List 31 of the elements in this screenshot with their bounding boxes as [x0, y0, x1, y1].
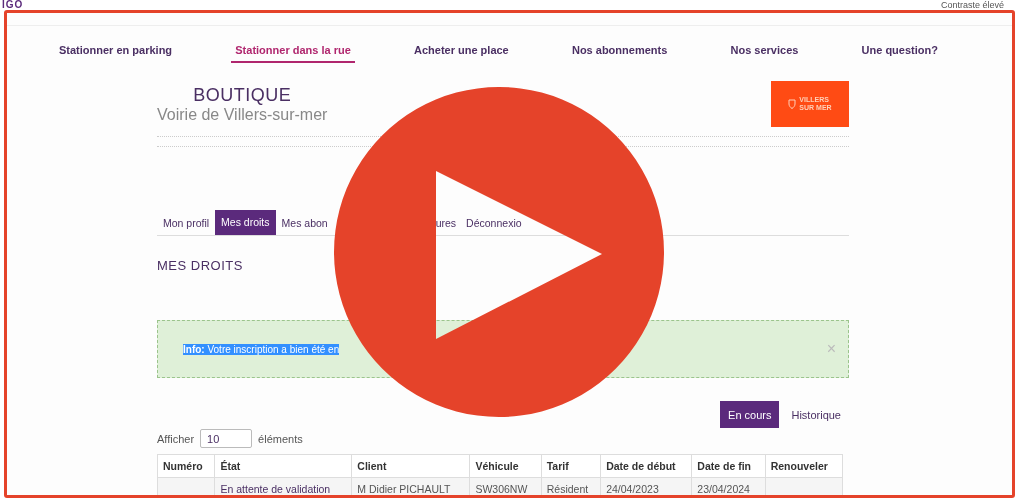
profile-tab[interactable]: Mes droits — [215, 210, 276, 235]
column-header[interactable]: Date de fin — [691, 454, 766, 478]
column-header[interactable]: Date de début — [600, 454, 692, 478]
column-header[interactable]: État — [214, 454, 352, 478]
column-header[interactable]: Numéro — [157, 454, 215, 478]
column-header[interactable]: Véhicule — [469, 454, 542, 478]
length-label: éléments — [258, 432, 303, 445]
nav-link[interactable]: Stationner en parking — [55, 44, 177, 63]
profile-tab[interactable]: Mes abon — [277, 217, 332, 235]
profile-tab[interactable]: ures — [431, 217, 461, 235]
column-header[interactable]: Client — [351, 454, 470, 478]
shop-title: BOUTIQUE — [193, 85, 292, 106]
view-toggle[interactable]: En cours — [720, 401, 780, 428]
column-header[interactable]: Tarif — [541, 454, 601, 478]
profile-tab[interactable]: Mon profil — [159, 217, 214, 235]
nav-link[interactable]: Acheter une place — [410, 44, 513, 63]
nav-link[interactable]: Nos abonnements — [567, 44, 672, 63]
view-toggle[interactable]: Historique — [783, 401, 849, 428]
shield-icon — [788, 99, 797, 109]
section-title: MES DROITS — [157, 258, 244, 273]
column-header[interactable]: Renouveler — [765, 454, 843, 478]
nav-link[interactable]: Une question? — [857, 44, 942, 63]
length-label: Afficher — [157, 432, 195, 445]
profile-tab[interactable]: Déconnexio — [462, 217, 526, 235]
shop-subtitle: Voirie de Villers-sur-mer — [157, 106, 328, 124]
alert-message: Info: Votre inscription a bien été en — [183, 343, 340, 355]
logo[interactable]: IGO — [2, 0, 24, 10]
nav-link[interactable]: Stationner dans la rue — [231, 44, 355, 63]
nav-link[interactable]: Nos services — [726, 44, 803, 63]
length-input[interactable]: 10 — [200, 429, 253, 448]
contrast-link[interactable]: Contraste élevé — [940, 0, 1004, 10]
